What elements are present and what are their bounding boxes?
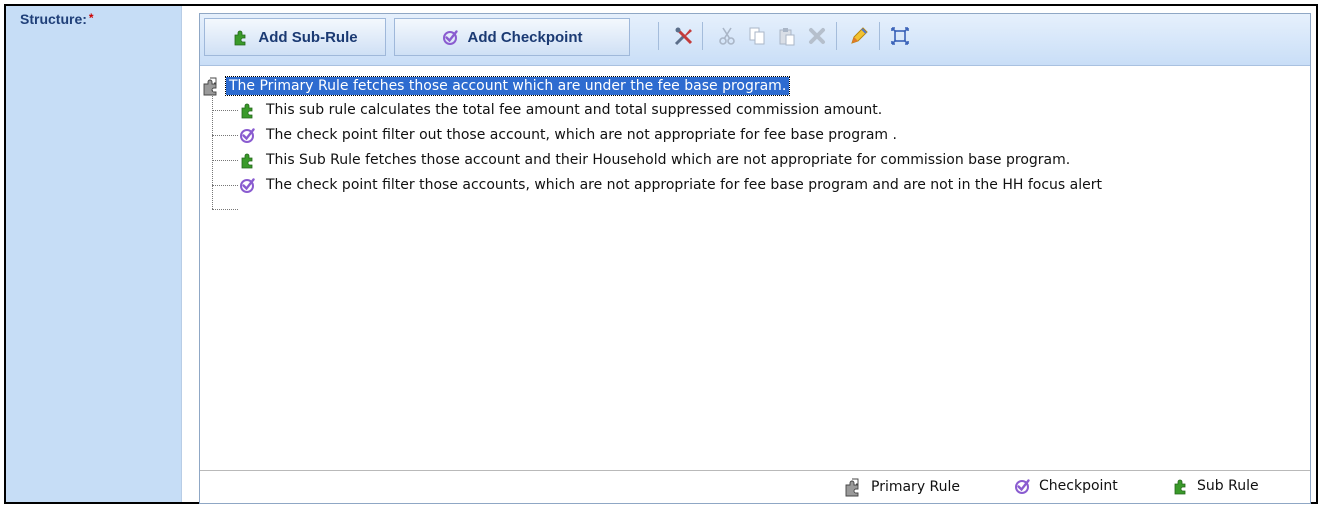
legend-bar: Primary Rule Checkpoint Sub Rule xyxy=(200,470,1310,503)
expand-icon[interactable] xyxy=(888,24,912,48)
structure-label-text: Structure: xyxy=(20,11,87,27)
primary-rule-icon xyxy=(202,76,222,96)
sub-rule-text: This Sub Rule fetches those account and … xyxy=(266,152,1071,168)
rule-structure-editor: Add Sub-Rule Add Checkpoint The Primary … xyxy=(199,13,1311,504)
checkpoint-icon xyxy=(238,125,258,145)
tree-node-checkpoint[interactable]: The check point filter those accounts, w… xyxy=(238,175,1102,195)
label-column: Structure: * xyxy=(6,6,181,502)
add-sub-rule-button[interactable]: Add Sub-Rule xyxy=(204,18,386,56)
tree-node-sub-rule[interactable]: This sub rule calculates the total fee a… xyxy=(238,100,882,120)
primary-rule-text: The Primary Rule fetches those account w… xyxy=(224,76,791,96)
add-checkpoint-button[interactable]: Add Checkpoint xyxy=(394,18,630,56)
sub-rule-icon xyxy=(238,100,258,120)
tree-node-sub-rule[interactable]: This Sub Rule fetches those account and … xyxy=(238,150,1070,170)
tree-connector xyxy=(212,185,238,186)
legend-sub-rule-label: Sub Rule xyxy=(1197,478,1259,494)
paste-icon[interactable] xyxy=(775,24,799,48)
puzzle-green-icon xyxy=(232,28,250,46)
sub-rule-icon xyxy=(238,150,258,170)
edit-icon[interactable] xyxy=(847,24,871,48)
add-sub-rule-label: Add Sub-Rule xyxy=(258,28,358,46)
delete-icon[interactable] xyxy=(805,24,829,48)
checkpoint-text: The check point filter those accounts, w… xyxy=(266,177,1102,193)
toolbar-separator xyxy=(658,22,659,50)
sub-rule-icon xyxy=(1172,477,1190,495)
toolbar-separator xyxy=(836,22,837,50)
checkpoint-icon xyxy=(238,175,258,195)
structure-label: Structure: * xyxy=(20,11,94,27)
legend-sub-rule: Sub Rule xyxy=(1172,477,1259,495)
checkpoint-text: The check point filter out those account… xyxy=(266,127,897,143)
column-divider xyxy=(181,6,182,502)
legend-checkpoint: Checkpoint xyxy=(1014,477,1118,495)
structure-field-frame: Structure:* Add Sub-Rule Add Checkpoint xyxy=(4,4,1318,504)
cut-icon[interactable] xyxy=(715,24,739,48)
checkpoint-icon xyxy=(1014,477,1032,495)
add-checkpoint-label: Add Checkpoint xyxy=(467,28,583,46)
tools-icon[interactable] xyxy=(672,24,696,48)
rule-tree: The Primary Rule fetches those account w… xyxy=(200,66,1310,472)
copy-icon[interactable] xyxy=(745,24,769,48)
required-mark: * xyxy=(88,11,94,25)
primary-rule-icon xyxy=(844,477,864,497)
toolbar-separator xyxy=(879,22,880,50)
legend-primary-rule: Primary Rule xyxy=(844,477,960,497)
tree-connector xyxy=(212,135,238,136)
tree-connector xyxy=(212,110,238,111)
tree-node-checkpoint[interactable]: The check point filter out those account… xyxy=(238,125,897,145)
tree-connector xyxy=(212,209,238,210)
tree-connector xyxy=(212,160,238,161)
toolbar: Add Sub-Rule Add Checkpoint xyxy=(200,14,1310,66)
legend-checkpoint-label: Checkpoint xyxy=(1039,478,1118,494)
tree-node-primary-rule[interactable]: The Primary Rule fetches those account w… xyxy=(202,76,791,96)
legend-primary-rule-label: Primary Rule xyxy=(871,479,961,495)
toolbar-separator xyxy=(702,22,703,50)
tree-connector xyxy=(212,90,213,209)
sub-rule-text: This sub rule calculates the total fee a… xyxy=(266,102,883,118)
checkpoint-icon xyxy=(442,28,460,46)
